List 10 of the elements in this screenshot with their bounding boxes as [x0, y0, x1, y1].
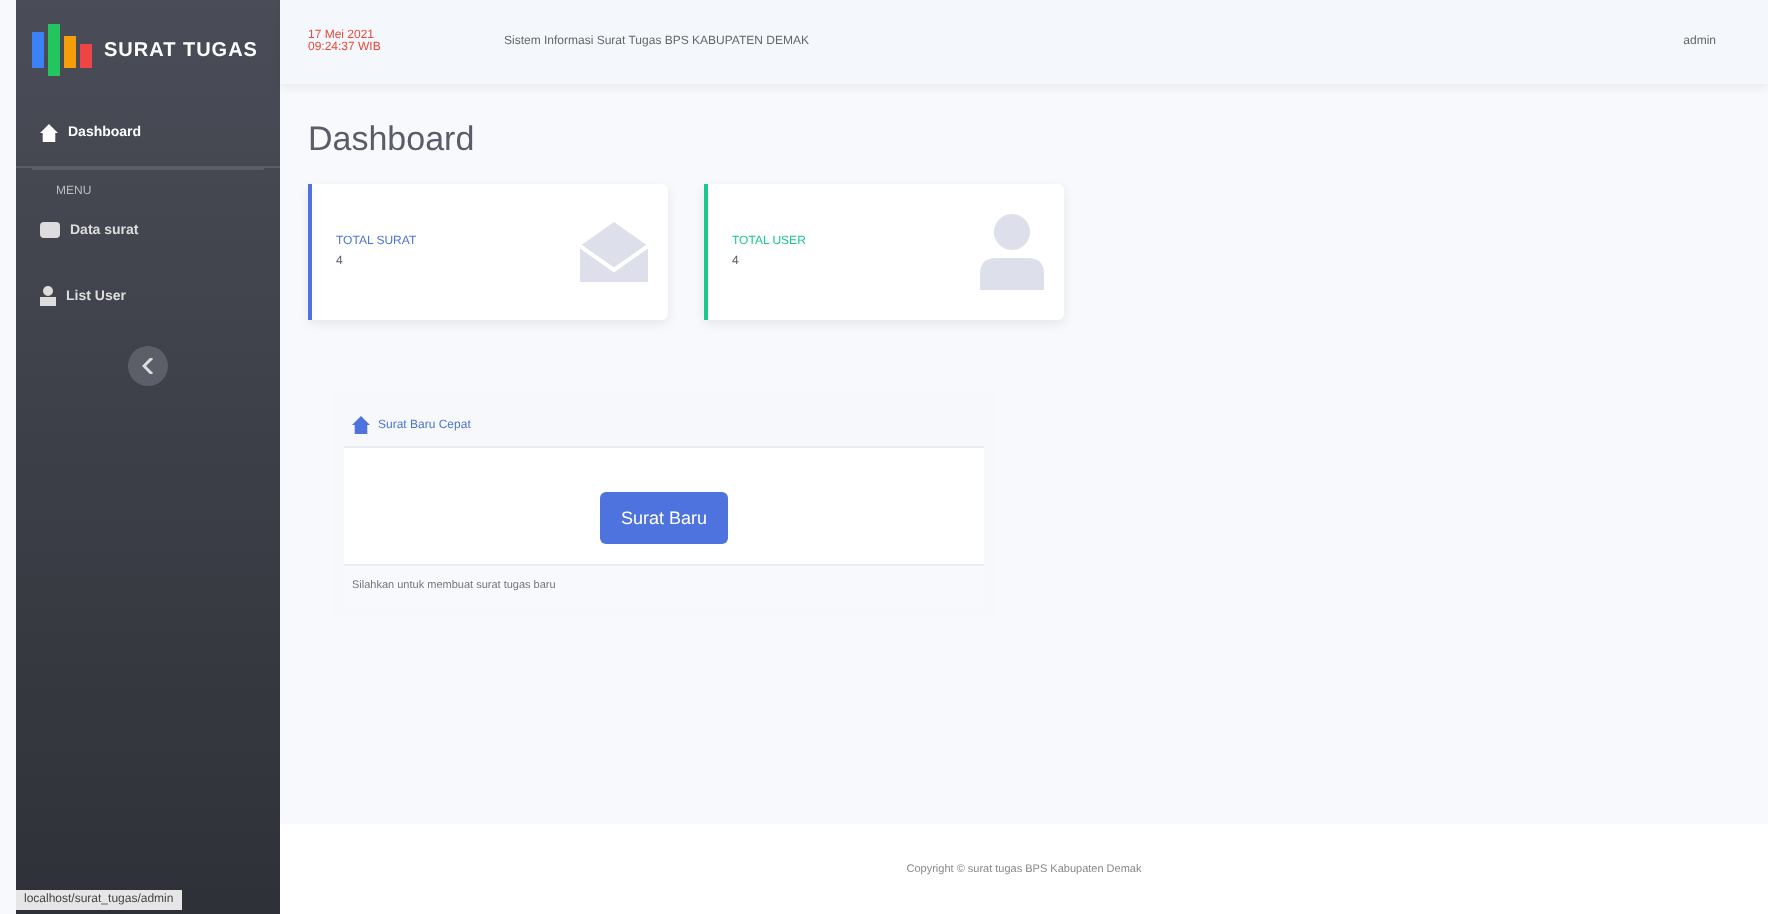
- home-icon: [352, 416, 370, 434]
- user-icon: [40, 286, 56, 306]
- brand-title: SURAT TUGAS: [104, 39, 258, 61]
- home-icon: [40, 124, 58, 142]
- page-title: Dashboard: [308, 120, 477, 160]
- sidebar-toggle-button[interactable]: [128, 346, 168, 386]
- user-icon: [980, 214, 1044, 290]
- logo-icon: [32, 24, 92, 76]
- chevron-icon: [142, 358, 154, 374]
- new-letter-button[interactable]: Surat Baru: [600, 492, 728, 544]
